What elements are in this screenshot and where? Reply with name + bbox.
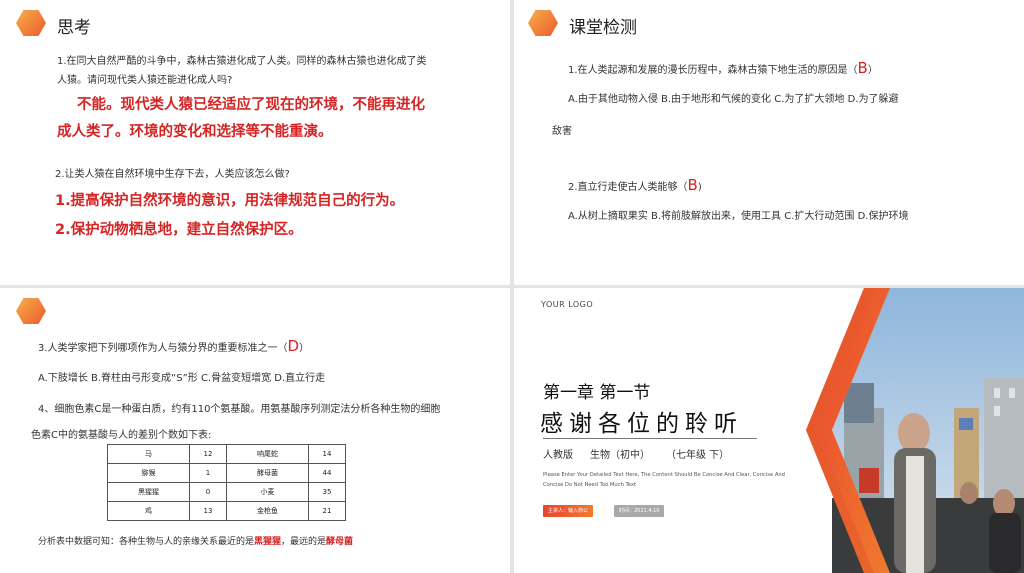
question-text: 3.人类学家把下列哪项作为人与猿分界的重要标准之一（: [38, 343, 288, 354]
question-bracket: ）: [867, 65, 878, 76]
slide-class-test: 课堂检测 1.在人类起源和发展的漫长历程中，森林古猿下地生活的原因是（B） A.…: [514, 0, 1024, 285]
hexagon-icon: [16, 298, 46, 324]
test-question-2: 2.直立行走使古人类能够（B): [568, 175, 702, 198]
table-row: 黑猩猩 0 小麦 35: [107, 482, 347, 502]
conclusion-text: 分析表中数据可知：各种生物与人的亲缘关系最近的是: [38, 537, 255, 547]
grade-label: （七年级 下）: [666, 450, 730, 461]
test-question-1: 1.在人类起源和发展的漫长历程中，森林古猿下地生活的原因是（B）: [568, 58, 878, 81]
answer-2-line-2: 2.保护动物栖息地，建立自然保护区。: [55, 222, 303, 238]
question-2: 2.让类人猿在自然环境中生存下去，人类应该怎么做?: [55, 169, 290, 180]
hexagon-icon: [528, 10, 558, 36]
question-1-options-wrap: 敌害: [552, 126, 572, 137]
table-row: 鸡 13 金枪鱼 21: [107, 501, 347, 521]
slide-test-continued: 3.人类学家把下列哪项作为人与猿分界的重要标准之一（D） A.下肢增长 B.脊柱…: [0, 288, 510, 573]
amino-acid-table: 马 12 响尾蛇 14 猕猴 1 酵母菌 44 黑猩猩 0 小麦 35 鸡 13 金枪鱼 21: [107, 444, 347, 521]
answer-letter: B: [857, 59, 868, 77]
conclusion: 分析表中数据可知：各种生物与人的亲缘关系最近的是黑猩猩，最远的是酵母菌: [38, 532, 353, 552]
english-description: Please Enter Your Detailed Text Here, Th…: [543, 472, 785, 488]
question-4-line-2: 色素C中的氨基酸与人的差别个数如下表:: [31, 430, 212, 441]
slide-title: 思考: [57, 18, 91, 38]
table-cell: 响尾蛇: [225, 444, 309, 464]
table-cell: 12: [189, 444, 227, 464]
table-cell: 14: [307, 444, 347, 464]
question-4-line-1: 4、细胞色素C是一种蛋白质，约有110个氨基酸。用氨基酸序列测定法分析各种生物的…: [38, 404, 441, 415]
table-cell: 黑猩猩: [107, 482, 190, 502]
presenter-badge: 主讲人：输入你公: [543, 505, 594, 517]
table-cell: 猕猴: [107, 463, 190, 483]
thanks-title: 感谢各位的聆听: [540, 411, 743, 437]
divider: [543, 438, 757, 439]
answer-letter: B: [687, 176, 698, 194]
slide-thinking: 思考 1.在同大自然严酷的斗争中，森林古猿进化成了人类。同样的森林古猿也进化成了…: [0, 0, 510, 285]
table-row: 猕猴 1 酵母菌 44: [107, 463, 347, 483]
question-1-line-1: 1.在同大自然严酷的斗争中，森林古猿进化成了人类。同样的森林古猿也进化成了类: [57, 56, 427, 67]
question-text: 1.在人类起源和发展的漫长历程中，森林古猿下地生活的原因是（: [568, 65, 858, 76]
question-3-options: A.下肢增长 B.脊柱由弓形变成“S”形 C.骨盆变短增宽 D.直立行走: [38, 373, 326, 384]
table-row: 马 12 响尾蛇 14: [107, 444, 347, 464]
date-badge: 时间：2021.4.10: [614, 505, 665, 517]
slide-title: 课堂检测: [569, 18, 637, 38]
subject-label: 生物（初中）: [590, 450, 650, 461]
question-bracket: ）: [299, 343, 310, 354]
hexagon-icon: [16, 10, 46, 36]
test-question-3: 3.人类学家把下列哪项作为人与猿分界的重要标准之一（D）: [38, 336, 309, 359]
farthest-answer: 酵母菌: [326, 537, 354, 547]
table-cell: 35: [307, 482, 347, 502]
nearest-answer: 黑猩猩: [254, 537, 282, 547]
table-cell: 21: [307, 501, 347, 521]
question-1-line-2: 人猿。请问现代类人猿还能进化成人吗?: [57, 75, 233, 86]
table-cell: 酵母菌: [225, 463, 309, 483]
answer-letter: D: [287, 337, 300, 355]
table-cell: 0: [189, 482, 227, 502]
chapter-title: 第一章 第一节: [543, 383, 651, 403]
edition-label: 人教版: [543, 450, 573, 461]
logo-text: YOUR LOGO: [541, 300, 594, 309]
question-1-options: A.由于其他动物入侵 B.由于地形和气候的变化 C.为了扩大领地 D.为了躲避: [568, 94, 899, 105]
table-cell: 小麦: [225, 482, 309, 502]
table-cell: 44: [307, 463, 347, 483]
slide-thanks: YOUR LOGO 第一章 第一节 感谢各位的聆听 人教版 生物（初中） （七年…: [514, 288, 1024, 573]
answer-1-line-1: 不能。现代类人猿已经适应了现在的环境，不能再进化: [77, 97, 425, 113]
table-cell: 马: [107, 444, 190, 464]
table-cell: 13: [189, 501, 227, 521]
question-text: 2.直立行走使古人类能够（: [568, 182, 688, 193]
question-2-options: A.从树上摘取果实 B.将前肢解放出来，使用工具 C.扩大行动范围 D.保护环境: [568, 211, 909, 222]
question-bracket: ): [697, 182, 702, 193]
table-cell: 金枪鱼: [225, 501, 309, 521]
answer-2-line-1: 1.提高保护自然环境的意识，用法律规范自己的行为。: [55, 193, 405, 209]
conclusion-text-mid: ，最远的是: [281, 537, 327, 547]
answer-1-line-2: 成人类了。环境的变化和选择等不能重演。: [57, 124, 333, 140]
table-cell: 鸡: [107, 501, 190, 521]
table-cell: 1: [189, 463, 227, 483]
